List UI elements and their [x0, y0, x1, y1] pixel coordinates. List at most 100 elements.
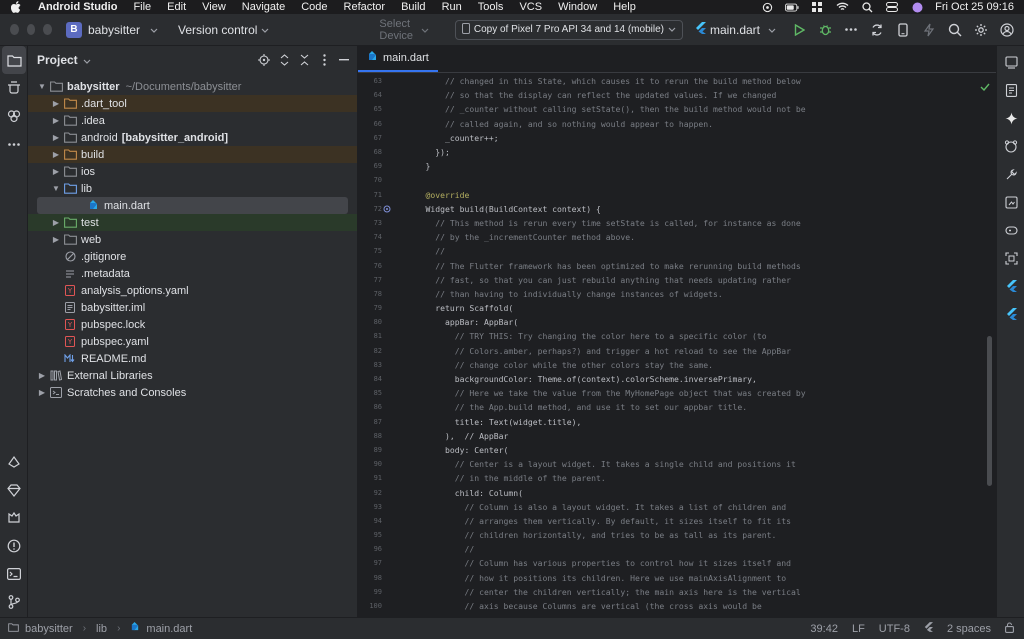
code-line[interactable]: 100 // axis because Columns are vertical…	[358, 599, 996, 613]
notifications-icon[interactable]	[997, 48, 1024, 76]
code-line[interactable]: 83 // change color while the other color…	[358, 358, 996, 372]
openai-status-icon[interactable]	[760, 2, 774, 13]
chevron-right-icon[interactable]: ▶	[37, 388, 47, 397]
tree-item-iml[interactable]: babysitter.iml	[28, 299, 357, 316]
lock-icon[interactable]	[1005, 621, 1014, 636]
code-line[interactable]: 75 //	[358, 244, 996, 258]
emulator-icon[interactable]	[997, 216, 1024, 244]
menu-edit[interactable]: Edit	[159, 1, 194, 13]
code-line[interactable]: 80 appBar: AppBar(	[358, 315, 996, 329]
version-control-menu[interactable]: Version control	[178, 23, 269, 37]
code-line[interactable]: 69 }	[358, 159, 996, 173]
code-line[interactable]: 79 return Scaffold(	[358, 301, 996, 315]
code-line[interactable]: 77 // fast, so that you can just rebuild…	[358, 273, 996, 287]
chevron-right-icon[interactable]: ▶	[37, 371, 47, 380]
wifi-icon[interactable]	[835, 2, 849, 13]
chevron-right-icon[interactable]: ▶	[51, 167, 61, 176]
tree-item-build[interactable]: ▶ build	[28, 146, 357, 163]
code-line[interactable]: 96 //	[358, 542, 996, 556]
indent-settings[interactable]: 2 spaces	[947, 623, 991, 635]
menu-window[interactable]: Window	[550, 1, 605, 13]
code-line[interactable]: 70	[358, 173, 996, 187]
code-line[interactable]: 71 @override	[358, 188, 996, 202]
code-line[interactable]: 82 // Colors.amber, perhaps?) and trigge…	[358, 344, 996, 358]
run-configuration[interactable]: main.dart	[695, 22, 776, 37]
code-line[interactable]: 86 // the App.build method, and use it t…	[358, 400, 996, 414]
options-menu-icon[interactable]	[317, 53, 331, 67]
control-center-icon[interactable]	[885, 2, 899, 13]
code-line[interactable]: 68 });	[358, 145, 996, 159]
menu-navigate[interactable]: Navigate	[234, 1, 293, 13]
chevron-right-icon[interactable]: ▶	[51, 150, 61, 159]
siri-icon[interactable]	[910, 2, 924, 13]
code-line[interactable]: 72 Widget build(BuildContext context) {	[358, 202, 996, 216]
app-inspection-icon[interactable]	[0, 504, 28, 532]
menu-build[interactable]: Build	[393, 1, 433, 13]
layout-inspector-icon[interactable]	[997, 244, 1024, 272]
override-marker-icon[interactable]	[382, 205, 392, 213]
tab-main-dart[interactable]: main.dart	[358, 45, 438, 72]
code-line[interactable]: 76 // The Flutter framework has been opt…	[358, 258, 996, 272]
editor-scrollbar[interactable]	[987, 336, 992, 486]
debug-icon[interactable]	[812, 17, 838, 43]
device-selector[interactable]: Copy of Pixel 7 Pro API 34 and 14 (mobil…	[454, 19, 683, 40]
tree-item-lib[interactable]: ▼ lib	[28, 180, 357, 197]
menubar-clock[interactable]: Fri Oct 25 09:16	[935, 1, 1014, 13]
breadcrumb-project[interactable]: babysitter	[25, 623, 73, 635]
tools-icon[interactable]	[997, 160, 1024, 188]
tree-item-gitignore[interactable]: .gitignore	[28, 248, 357, 265]
search-everywhere-icon[interactable]	[942, 17, 968, 43]
select-device-dropdown[interactable]: Select Device	[379, 18, 429, 42]
gradle-icon[interactable]	[997, 76, 1024, 104]
chevron-right-icon[interactable]: ▶	[51, 218, 61, 227]
tree-item-metadata[interactable]: .metadata	[28, 265, 357, 282]
more-actions-icon[interactable]	[838, 17, 864, 43]
code-line[interactable]: 90 // Center is a layout widget. It take…	[358, 457, 996, 471]
hide-panel-icon[interactable]	[337, 53, 351, 67]
battery-icon[interactable]	[785, 2, 799, 13]
code-line[interactable]: 81 // TRY THIS: Try changing the color h…	[358, 329, 996, 343]
code-line[interactable]: 92 child: Column(	[358, 485, 996, 499]
tree-item-main-dart[interactable]: main.dart	[37, 197, 348, 214]
chevron-down-icon[interactable]: ▼	[37, 82, 47, 91]
tree-item-pubspec-lock[interactable]: Y pubspec.lock	[28, 316, 357, 333]
tree-item-analysis-options[interactable]: Y analysis_options.yaml	[28, 282, 357, 299]
project-view-selector[interactable]: Project	[37, 53, 78, 67]
chevron-right-icon[interactable]: ▶	[51, 133, 61, 142]
menu-refactor[interactable]: Refactor	[336, 1, 394, 13]
expand-all-icon[interactable]	[277, 53, 291, 67]
caret-position[interactable]: 39:42	[810, 623, 838, 635]
locate-file-icon[interactable]	[257, 53, 271, 67]
resource-manager-icon[interactable]	[0, 102, 28, 130]
search-icon[interactable]	[860, 1, 874, 13]
chevron-right-icon[interactable]: ▶	[51, 99, 61, 108]
code-line[interactable]: 98 // how it positions its children. Her…	[358, 571, 996, 585]
git-icon[interactable]	[0, 588, 28, 616]
tree-root[interactable]: ▼ babysitter ~/Documents/babysitter	[28, 78, 357, 95]
breadcrumb-lib[interactable]: lib	[96, 623, 107, 635]
device-mirroring-icon[interactable]	[997, 132, 1024, 160]
tree-item-ios[interactable]: ▶ ios	[28, 163, 357, 180]
menu-vcs[interactable]: VCS	[511, 1, 550, 13]
code-line[interactable]: 78 // than having to individually change…	[358, 287, 996, 301]
chevron-down-icon[interactable]: ▼	[51, 184, 61, 193]
code-line[interactable]: 95 // children horizontally, and tries t…	[358, 528, 996, 542]
menu-tools[interactable]: Tools	[470, 1, 512, 13]
tree-item-external-libraries[interactable]: ▶ External Libraries	[28, 367, 357, 384]
more-tools-icon[interactable]	[0, 130, 28, 158]
flutter-status-icon[interactable]	[924, 622, 933, 635]
zoom-window-button[interactable]	[43, 24, 53, 35]
menu-code[interactable]: Code	[293, 1, 335, 13]
project-tool-icon[interactable]	[2, 46, 26, 74]
apps-grid-icon[interactable]	[810, 1, 824, 13]
device-manager-icon[interactable]	[890, 17, 916, 43]
tree-item-web[interactable]: ▶ web	[28, 231, 357, 248]
code-line[interactable]: 88 ), // AppBar	[358, 429, 996, 443]
code-line[interactable]: 97 // Column has various properties to c…	[358, 556, 996, 570]
build-variants-icon[interactable]	[0, 448, 28, 476]
tree-item-android[interactable]: ▶ android [babysitter_android]	[28, 129, 357, 146]
tree-item-readme[interactable]: README.md	[28, 350, 357, 367]
menu-help[interactable]: Help	[605, 1, 644, 13]
code-line[interactable]: 67 _counter++;	[358, 131, 996, 145]
run-icon[interactable]	[786, 17, 812, 43]
